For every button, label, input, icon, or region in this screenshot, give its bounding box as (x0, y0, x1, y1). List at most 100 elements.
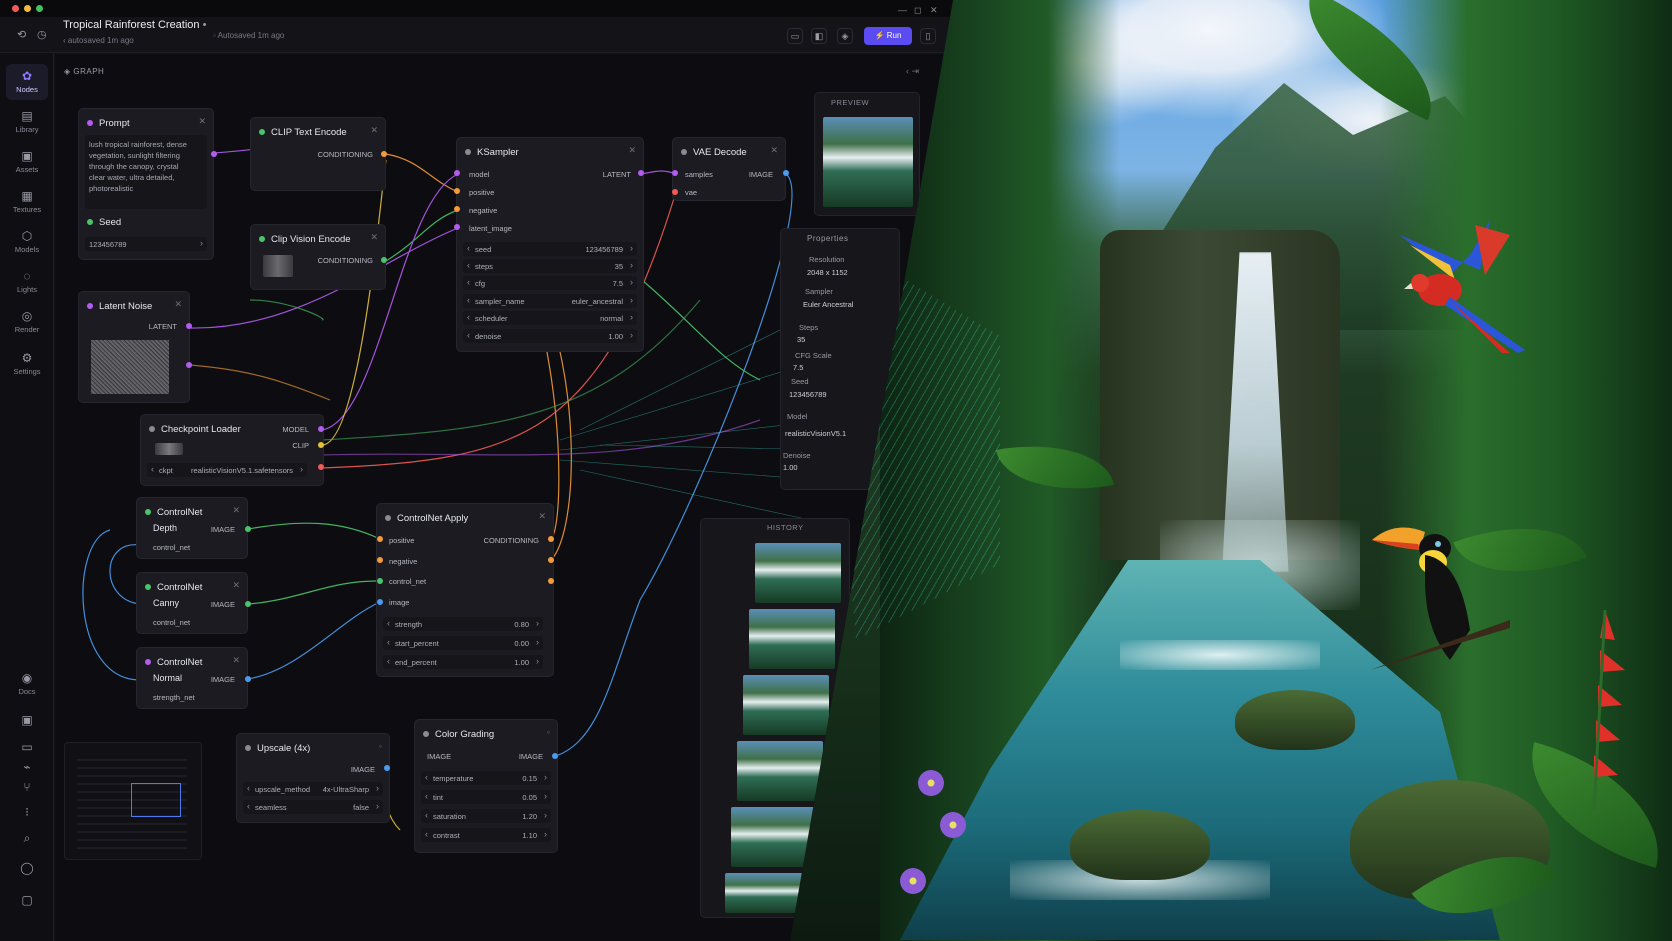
param-upscale-method[interactable]: ‹ upscale_method 4x-UltraSharp › (243, 782, 383, 796)
chevron-left-icon[interactable]: ‹ (467, 330, 470, 340)
param-tint[interactable]: ‹ tint 0.05 › (421, 790, 551, 804)
param-cfg[interactable]: ‹ cfg 7.5 › (463, 276, 637, 290)
output-port[interactable] (384, 765, 390, 771)
seed-field[interactable]: 123456789 › (85, 237, 207, 251)
close-icon[interactable]: ✕ (232, 580, 240, 591)
close-icon[interactable]: ✕ (232, 655, 240, 666)
settings-small-icon[interactable]: ◦ (547, 727, 550, 737)
close-icon[interactable]: ✕ (538, 511, 546, 522)
output-port[interactable] (318, 426, 324, 432)
controlnet-canny-node[interactable]: ControlNet ✕ Canny IMAGE control_net (136, 572, 248, 634)
param-temperature[interactable]: ‹ temperature 0.15 › (421, 771, 551, 785)
param-end-percent[interactable]: ‹ end_percent 1.00 › (383, 655, 543, 669)
close-icon[interactable]: ✕ (370, 232, 378, 243)
chevron-left-icon[interactable]: ‹ (387, 618, 390, 628)
chevron-right-icon[interactable]: › (630, 277, 633, 287)
chevron-left-icon[interactable]: ‹ (425, 772, 428, 782)
chevron-left-icon[interactable]: ‹ (425, 791, 428, 801)
chevron-right-icon[interactable]: › (376, 783, 379, 793)
input-port[interactable] (377, 578, 383, 584)
output-port[interactable] (548, 578, 554, 584)
history-thumbnail[interactable] (737, 741, 823, 801)
chevron-left-icon[interactable]: ‹ (467, 277, 470, 287)
close-icon[interactable]: ✕ (232, 505, 240, 516)
input-port[interactable] (672, 189, 678, 195)
output-port[interactable] (186, 323, 192, 329)
output-port[interactable] (318, 464, 324, 470)
param-contrast[interactable]: ‹ contrast 1.10 › (421, 828, 551, 842)
chevron-right-icon[interactable]: › (544, 772, 547, 782)
controlnet-apply-node[interactable]: ControlNet Apply ✕ positive negative con… (376, 503, 554, 677)
output-port[interactable] (318, 442, 324, 448)
vae-decode-node[interactable]: VAE Decode ✕ samples vae IMAGE (672, 137, 786, 201)
controlnet-normal-node[interactable]: ControlNet ✕ Normal IMAGE strength_net (136, 647, 248, 709)
input-port[interactable] (377, 557, 383, 563)
chevron-left-icon[interactable]: ‹ (467, 312, 470, 322)
chevron-right-icon[interactable]: › (544, 829, 547, 839)
prompt-node[interactable]: Prompt ✕ lush tropical rainforest, dense… (78, 108, 214, 260)
close-icon[interactable]: ✕ (198, 116, 206, 127)
history-thumbnail[interactable] (749, 609, 835, 669)
chevron-left-icon[interactable]: ‹ (467, 243, 470, 253)
close-icon[interactable]: ✕ (628, 145, 636, 156)
output-port[interactable] (552, 753, 558, 759)
param-scheduler[interactable]: ‹ scheduler normal › (463, 311, 637, 325)
clip-text-encode-node[interactable]: CLIP Text Encode ✕ CONDITIONING (250, 117, 386, 191)
history-thumbnail[interactable] (731, 807, 817, 867)
output-port[interactable] (638, 170, 644, 176)
controlnet-depth-node[interactable]: ControlNet ✕ Depth IMAGE control_net (136, 497, 248, 559)
output-port[interactable] (245, 526, 251, 532)
chevron-right-icon[interactable]: › (536, 618, 539, 628)
param-seed[interactable]: ‹ seed 123456789 › (463, 242, 637, 256)
chevron-right-icon[interactable]: › (536, 656, 539, 666)
minimap-viewport[interactable] (131, 783, 181, 817)
chevron-right-icon[interactable]: › (300, 464, 303, 474)
prompt-text[interactable]: lush tropical rainforest, dense vegetati… (89, 139, 194, 194)
chevron-left-icon[interactable]: ‹ (151, 464, 154, 474)
input-port[interactable] (454, 206, 460, 212)
output-port[interactable] (548, 536, 554, 542)
chevron-right-icon[interactable]: › (544, 791, 547, 801)
output-port[interactable] (211, 151, 217, 157)
latent-noise-node[interactable]: Latent Noise ✕ LATENT (78, 291, 190, 403)
output-port[interactable] (245, 676, 251, 682)
input-port[interactable] (454, 188, 460, 194)
output-port[interactable] (245, 601, 251, 607)
preview-thumbnail[interactable] (823, 117, 913, 207)
input-port[interactable] (377, 599, 383, 605)
close-icon[interactable]: ✕ (174, 299, 182, 310)
color-grading-node[interactable]: Color Grading ◦ IMAGE IMAGE ‹ temperature… (414, 719, 558, 853)
chevron-right-icon[interactable]: › (630, 295, 633, 305)
output-port[interactable] (548, 557, 554, 563)
chevron-left-icon[interactable]: ‹ (425, 829, 428, 839)
chevron-right-icon[interactable]: › (630, 243, 633, 253)
chevron-left-icon[interactable]: ‹ (467, 295, 470, 305)
param-seamless[interactable]: ‹ seamless false › (243, 800, 383, 814)
param-sampler-name[interactable]: ‹ sampler_name euler_ancestral › (463, 294, 637, 308)
chevron-right-icon[interactable]: › (376, 801, 379, 811)
chevron-right-icon[interactable]: › (544, 810, 547, 820)
chevron-right-icon[interactable]: › (200, 238, 203, 248)
param-start-percent[interactable]: ‹ start_percent 0.00 › (383, 636, 543, 650)
chevron-left-icon[interactable]: ‹ (387, 656, 390, 666)
close-icon[interactable]: ✕ (770, 145, 778, 156)
output-port[interactable] (783, 170, 789, 176)
input-port[interactable] (672, 170, 678, 176)
chevron-left-icon[interactable]: ‹ (425, 810, 428, 820)
output-port[interactable] (381, 257, 387, 263)
chevron-right-icon[interactable]: › (630, 312, 633, 322)
chevron-right-icon[interactable]: › (536, 637, 539, 647)
chevron-left-icon[interactable]: ‹ (467, 260, 470, 270)
history-thumbnail[interactable] (743, 675, 829, 735)
close-icon[interactable]: ✕ (370, 125, 378, 136)
checkpoint-loader-node[interactable]: Checkpoint Loader MODEL CLIP ‹ ckpt realis… (140, 414, 324, 486)
chevron-left-icon[interactable]: ‹ (387, 637, 390, 647)
output-port[interactable] (186, 362, 192, 368)
param-steps[interactable]: ‹ steps 35 › (463, 259, 637, 273)
settings-small-icon[interactable]: ◦ (379, 741, 382, 751)
chevron-left-icon[interactable]: ‹ (247, 801, 250, 811)
param-denoise[interactable]: ‹ denoise 1.00 › (463, 329, 637, 343)
ksampler-node[interactable]: KSampler ✕ model positive negative laten… (456, 137, 644, 352)
input-port[interactable] (454, 170, 460, 176)
output-port[interactable] (381, 151, 387, 157)
